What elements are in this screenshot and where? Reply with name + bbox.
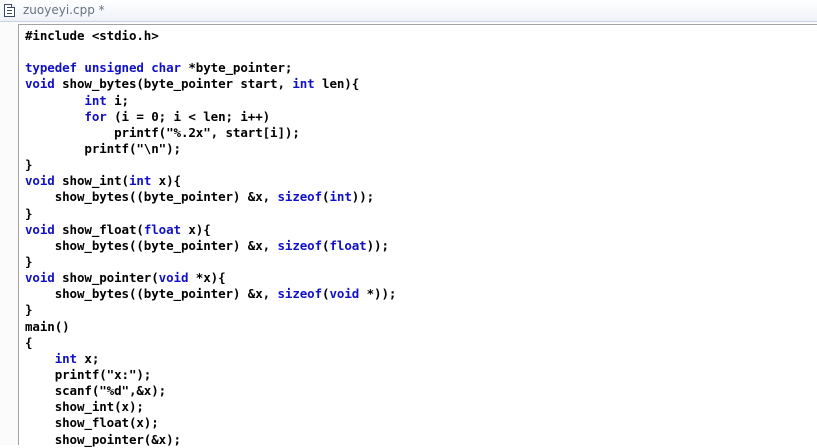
code-token: show_bytes((byte_pointer) &x,: [25, 237, 278, 253]
code-line: show_bytes((byte_pointer) &x, sizeof(int…: [25, 189, 396, 205]
keyword-token: int: [329, 189, 352, 205]
code-line: void show_int(int x){: [25, 173, 396, 189]
code-line: }: [25, 302, 396, 318]
keyword-token: sizeof: [277, 286, 323, 302]
code-line: show_bytes((byte_pointer) &x, sizeof(flo…: [25, 238, 396, 254]
keyword-token: void: [25, 76, 55, 92]
code-line: ​: [25, 44, 396, 60]
code-token: printf("x:");: [25, 366, 152, 382]
code-token: #include <stdio.h>: [25, 28, 159, 43]
window-title: zuoyeyi.cpp *: [23, 3, 105, 17]
code-token: show_bytes((byte_pointer) &x,: [25, 286, 278, 302]
code-token: *x){: [188, 270, 226, 286]
keyword-token: void: [25, 221, 55, 237]
code-token: {: [25, 334, 33, 350]
title-bar: zuoyeyi.cpp *: [0, 0, 817, 22]
code-token: show_bytes(byte_pointer start,: [54, 76, 293, 92]
code-line: #include <stdio.h>: [25, 28, 396, 44]
code-line: void show_float(float x){: [25, 222, 396, 238]
code-token: x){: [151, 173, 181, 189]
keyword-token: int: [54, 350, 77, 366]
code-token: main(): [25, 318, 70, 334]
code-line: int x;: [25, 351, 396, 367]
keyword-token: int: [84, 92, 107, 108]
code-line: show_float(x);: [25, 415, 396, 431]
code-line: int i;: [25, 93, 396, 109]
keyword-token: typedef unsigned char: [25, 60, 181, 76]
code-editor[interactable]: #include <stdio.h>​typedef unsigned char…: [18, 24, 817, 448]
code-line: show_int(x);: [25, 399, 396, 415]
keyword-token: void: [158, 270, 189, 286]
code-line: }: [25, 157, 396, 173]
keyword-token: for: [84, 108, 107, 124]
code-line: printf("x:");: [25, 367, 396, 383]
code-token: *byte_pointer;: [180, 60, 293, 76]
code-token: x;: [76, 350, 100, 366]
code-line: show_bytes((byte_pointer) &x, sizeof(voi…: [25, 286, 397, 302]
code-token: show_bytes((byte_pointer) &x,: [25, 189, 278, 205]
code-token: show_pointer(: [54, 270, 159, 286]
code-line: void show_bytes(byte_pointer start, int …: [25, 76, 396, 92]
keyword-token: void: [25, 270, 55, 286]
code-line: printf("\n");: [25, 141, 396, 157]
code-text-area[interactable]: #include <stdio.h>​typedef unsigned char…: [25, 28, 396, 448]
code-token: ));: [351, 189, 375, 205]
code-line: }: [25, 254, 396, 270]
code-token: show_int(: [54, 173, 129, 189]
document-icon: [4, 4, 15, 17]
code-line: {: [25, 335, 396, 351]
code-token: show_float(: [54, 221, 144, 237]
code-line: scanf("%d",&x);: [25, 383, 396, 399]
code-token: printf("\n");: [25, 140, 181, 156]
code-token: i;: [106, 92, 129, 108]
code-token: }: [25, 302, 33, 318]
keyword-token: float: [329, 237, 367, 253]
code-token: }: [25, 157, 33, 173]
keyword-token: int: [128, 173, 152, 189]
code-token: }: [25, 205, 33, 221]
code-line: void show_pointer(void *x){: [25, 270, 396, 286]
code-token: scanf("%d",&x);: [25, 383, 167, 399]
code-token: show_pointer(&x);: [25, 431, 181, 447]
code-token: show_int(x);: [25, 399, 144, 415]
keyword-token: void: [25, 173, 55, 189]
code-token: show_float(x);: [25, 415, 159, 431]
keyword-token: float: [143, 221, 181, 237]
code-line: typedef unsigned char *byte_pointer;: [25, 60, 396, 76]
code-token: len){: [314, 76, 360, 92]
code-token: }: [25, 253, 33, 269]
code-token: ));: [366, 237, 389, 253]
code-token: x){: [180, 221, 211, 237]
keyword-token: void: [329, 286, 360, 302]
keyword-token: sizeof: [277, 237, 323, 253]
code-line: printf("%.2x", start[i]);: [25, 125, 396, 141]
code-token: printf("%.2x", start[i]);: [25, 124, 300, 140]
code-line: for (i = 0; i < len; i++): [25, 109, 396, 125]
code-token: *));: [359, 286, 397, 302]
keyword-token: int: [292, 76, 315, 92]
keyword-token: sizeof: [277, 189, 323, 205]
code-line: show_pointer(&x);: [25, 432, 396, 448]
code-token: (i = 0; i < len; i++): [106, 108, 271, 124]
code-line: main(): [25, 319, 396, 335]
code-line: }: [25, 206, 396, 222]
